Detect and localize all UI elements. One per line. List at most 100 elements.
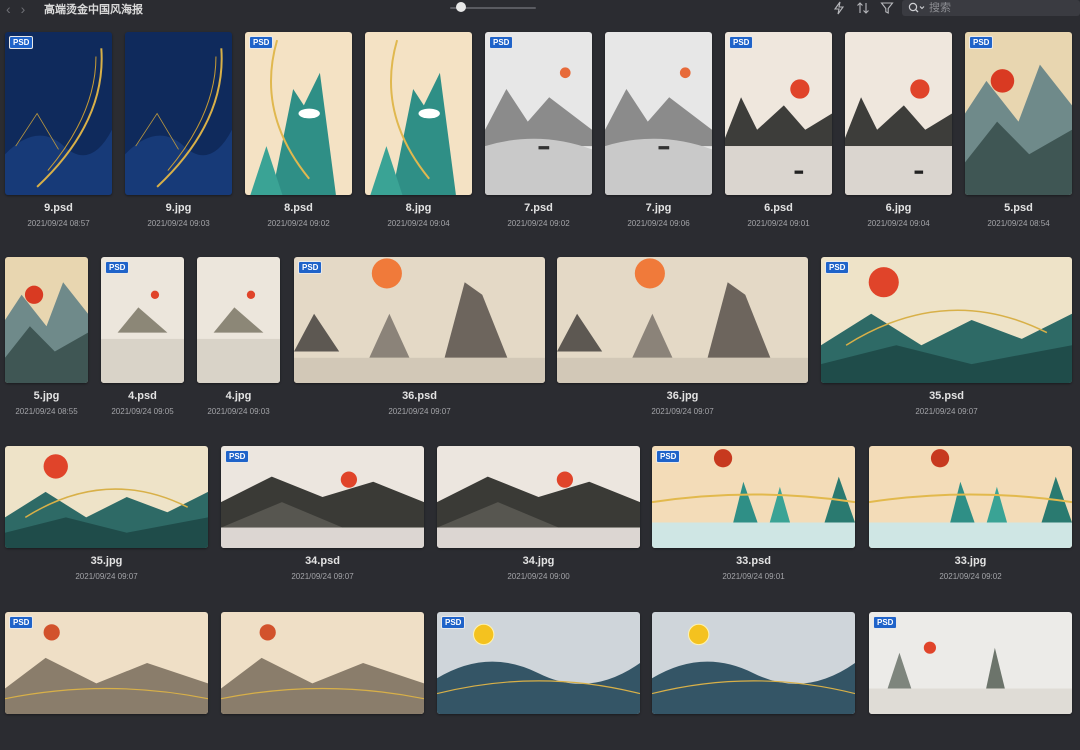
file-thumbnail[interactable] (101, 257, 184, 383)
file-item[interactable]: 6.jpg 2021/09/24 09:04 (845, 32, 952, 231)
psd-badge: PSD (441, 616, 466, 629)
chevron-left-icon[interactable]: ‹ (6, 2, 11, 16)
file-date: 2021/09/24 08:57 (27, 219, 90, 228)
file-date: 2021/09/24 09:01 (747, 219, 810, 228)
psd-badge: PSD (969, 36, 994, 49)
file-item[interactable]: PSD (5, 612, 208, 750)
file-item[interactable]: 4.jpg 2021/09/24 09:03 (197, 257, 280, 419)
chevron-right-icon[interactable]: › (21, 2, 26, 16)
file-date: 2021/09/24 09:02 (507, 219, 570, 228)
file-thumbnail[interactable] (221, 612, 424, 714)
file-item[interactable]: 35.jpg 2021/09/24 09:07 (5, 446, 208, 584)
file-item[interactable]: PSD 6.psd 2021/09/24 09:01 (725, 32, 832, 231)
file-date: 2021/09/24 09:00 (507, 572, 570, 581)
psd-badge: PSD (489, 36, 514, 49)
file-date: 2021/09/24 09:06 (627, 219, 690, 228)
file-thumbnail[interactable] (5, 32, 112, 195)
file-item[interactable]: 9.jpg 2021/09/24 09:03 (125, 32, 232, 231)
file-date: 2021/09/24 09:07 (75, 572, 138, 581)
file-name: 5.psd (1004, 202, 1033, 214)
file-name: 6.psd (764, 202, 793, 214)
file-thumbnail[interactable] (5, 446, 208, 548)
psd-badge: PSD (249, 36, 274, 49)
file-name: 4.jpg (225, 390, 252, 402)
psd-badge: PSD (298, 261, 323, 274)
file-item[interactable]: 5.jpg 2021/09/24 08:55 (5, 257, 88, 419)
file-thumbnail[interactable] (652, 446, 855, 548)
file-thumbnail[interactable] (5, 612, 208, 714)
sort-icon[interactable] (856, 1, 870, 20)
file-item[interactable] (221, 612, 424, 750)
file-name: 35.jpg (90, 555, 123, 567)
file-name: 8.jpg (405, 202, 432, 214)
file-name: 7.jpg (645, 202, 672, 214)
file-thumbnail[interactable] (245, 32, 352, 195)
file-item[interactable]: PSD 5.psd 2021/09/24 08:54 (965, 32, 1072, 231)
file-item[interactable]: 33.jpg 2021/09/24 09:02 (869, 446, 1072, 584)
psd-badge: PSD (873, 616, 898, 629)
search-input[interactable] (926, 2, 1069, 14)
psd-badge: PSD (656, 450, 681, 463)
file-item[interactable]: PSD 33.psd 2021/09/24 09:01 (652, 446, 855, 584)
search-box[interactable] (902, 0, 1080, 16)
file-item[interactable]: PSD (437, 612, 640, 750)
thumbnail-size-slider[interactable] (450, 2, 536, 12)
file-name: 7.psd (524, 202, 553, 214)
file-name: 9.psd (44, 202, 73, 214)
file-item[interactable]: 34.jpg 2021/09/24 09:00 (437, 446, 640, 584)
file-thumbnail[interactable] (437, 446, 640, 548)
file-thumbnail[interactable] (965, 32, 1072, 195)
file-date: 2021/09/24 09:07 (291, 572, 354, 581)
file-item[interactable]: PSD 36.psd 2021/09/24 09:07 (294, 257, 545, 419)
file-thumbnail[interactable] (725, 32, 832, 195)
file-name: 8.psd (284, 202, 313, 214)
file-date: 2021/09/24 08:55 (15, 407, 78, 416)
file-item[interactable]: 36.jpg 2021/09/24 09:07 (557, 257, 808, 419)
file-thumbnail[interactable] (845, 32, 952, 195)
file-name: 36.jpg (666, 390, 699, 402)
file-thumbnail[interactable] (821, 257, 1072, 383)
file-thumbnail[interactable] (365, 32, 472, 195)
file-item[interactable]: PSD 35.psd 2021/09/24 09:07 (821, 257, 1072, 419)
file-thumbnail[interactable] (125, 32, 232, 195)
file-item[interactable]: 8.jpg 2021/09/24 09:04 (365, 32, 472, 231)
file-thumbnail[interactable] (557, 257, 808, 383)
file-date: 2021/09/24 08:54 (987, 219, 1050, 228)
psd-badge: PSD (9, 616, 34, 629)
filter-icon[interactable] (880, 1, 894, 20)
psd-badge: PSD (9, 36, 34, 49)
file-thumbnail[interactable] (652, 612, 855, 714)
history-nav: ‹ › (0, 2, 42, 16)
file-date: 2021/09/24 09:03 (207, 407, 270, 416)
file-item[interactable]: PSD 7.psd 2021/09/24 09:02 (485, 32, 592, 231)
file-item[interactable]: PSD 9.psd 2021/09/24 08:57 (5, 32, 112, 231)
file-name: 4.psd (128, 390, 157, 402)
file-name: 35.psd (929, 390, 964, 402)
file-item[interactable]: PSD 8.psd 2021/09/24 09:02 (245, 32, 352, 231)
file-thumbnail[interactable] (5, 257, 88, 383)
file-name: 34.jpg (522, 555, 555, 567)
file-thumbnail[interactable] (197, 257, 280, 383)
toolbar-actions (832, 1, 894, 20)
file-thumbnail[interactable] (221, 446, 424, 548)
file-item[interactable]: PSD 4.psd 2021/09/24 09:05 (101, 257, 184, 419)
file-item[interactable]: 7.jpg 2021/09/24 09:06 (605, 32, 712, 231)
file-date: 2021/09/24 09:02 (267, 219, 330, 228)
lightning-icon[interactable] (832, 1, 846, 20)
file-thumbnail[interactable] (869, 612, 1072, 714)
file-item[interactable] (652, 612, 855, 750)
file-item[interactable]: PSD (869, 612, 1072, 750)
file-item[interactable]: PSD 34.psd 2021/09/24 09:07 (221, 446, 424, 584)
psd-badge: PSD (105, 261, 130, 274)
folder-title: 高端烫金中国风海报 (44, 4, 143, 16)
file-thumbnail[interactable] (294, 257, 545, 383)
file-date: 2021/09/24 09:04 (867, 219, 930, 228)
file-thumbnail[interactable] (485, 32, 592, 195)
file-name: 33.jpg (954, 555, 987, 567)
file-thumbnail[interactable] (869, 446, 1072, 548)
file-thumbnail[interactable] (605, 32, 712, 195)
file-thumbnail[interactable] (437, 612, 640, 714)
file-name: 9.jpg (165, 202, 192, 214)
psd-badge: PSD (225, 450, 250, 463)
psd-badge: PSD (729, 36, 754, 49)
